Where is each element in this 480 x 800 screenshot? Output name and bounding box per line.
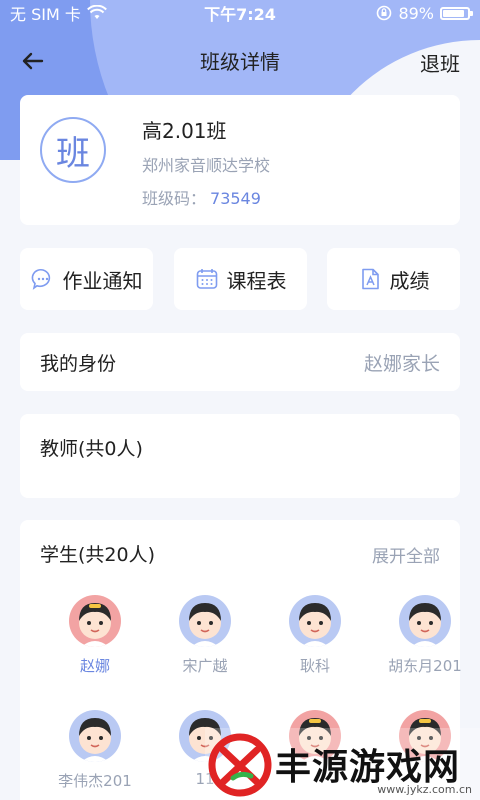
carrier-label: 无 SIM 卡 xyxy=(10,5,81,24)
page-title: 班级详情 xyxy=(200,49,280,74)
student-name: 胡东月201 xyxy=(388,657,462,675)
student-avatar xyxy=(399,595,451,647)
wifi-icon xyxy=(86,5,107,19)
student-name: 耿科 xyxy=(299,657,330,675)
student-avatar xyxy=(289,595,341,647)
homework-notice-label: 作业通知 xyxy=(62,268,143,293)
battery-percent: 89% xyxy=(398,3,434,23)
student-name: 李伟杰201 xyxy=(58,772,132,790)
orientation-lock-icon xyxy=(377,5,392,21)
grades-label: 成绩 xyxy=(389,268,430,293)
expand-all-button[interactable]: 展开全部 xyxy=(372,542,440,567)
class-code: 班级码： 73549 xyxy=(142,185,261,209)
homework-notice-button[interactable]: 作业通知 xyxy=(20,248,153,310)
exit-class-button[interactable]: 退班 xyxy=(420,48,460,77)
back-arrow-icon[interactable] xyxy=(18,46,48,76)
student-avatar xyxy=(69,710,121,762)
identity-value: 赵娜家长 xyxy=(363,352,440,375)
student-item[interactable]: 李伟杰201 xyxy=(45,710,145,791)
calendar-icon xyxy=(196,269,217,289)
battery-icon xyxy=(440,6,473,20)
class-code-label: 班级码： xyxy=(142,189,207,208)
identity-row[interactable]: 我的身份 赵娜家长 xyxy=(20,333,460,391)
student-name: 宋广越 xyxy=(182,657,228,675)
students-heading: 学生(共20人) xyxy=(40,544,156,566)
watermark-url: www.jykz.com.cn xyxy=(377,783,472,796)
nav-bar: 班级详情 退班 xyxy=(0,40,480,80)
message-icon xyxy=(31,268,50,290)
student-name: 赵娜 xyxy=(79,657,110,675)
schedule-label: 课程表 xyxy=(226,268,287,293)
class-name: 高2.01班 xyxy=(142,119,227,143)
student-item[interactable]: 胡东月201 xyxy=(375,595,475,676)
student-item[interactable]: 赵娜 xyxy=(45,595,145,676)
watermark-logo xyxy=(208,733,272,797)
teachers-section: 教师(共0人) xyxy=(20,414,460,498)
class-info-card: 班 高2.01班 郑州家音顺达学校 班级码： 73549 xyxy=(20,95,460,225)
student-item[interactable]: 宋广越 xyxy=(155,595,255,676)
schedule-button[interactable]: 课程表 xyxy=(174,248,307,310)
document-icon xyxy=(361,268,379,290)
class-code-value: 73549 xyxy=(210,189,261,208)
class-logo: 班 xyxy=(40,117,106,183)
watermark: 丰源游戏网 www.jykz.com.cn xyxy=(205,728,480,800)
class-school: 郑州家音顺达学校 xyxy=(142,156,271,175)
grades-button[interactable]: 成绩 xyxy=(327,248,460,310)
teachers-heading: 教师(共0人) xyxy=(40,438,143,460)
student-avatar xyxy=(69,595,121,647)
student-avatar xyxy=(179,595,231,647)
student-item[interactable]: 耿科 xyxy=(265,595,365,676)
identity-label: 我的身份 xyxy=(40,352,117,375)
status-bar: 无 SIM 卡 下午7:24 89% xyxy=(0,0,480,26)
